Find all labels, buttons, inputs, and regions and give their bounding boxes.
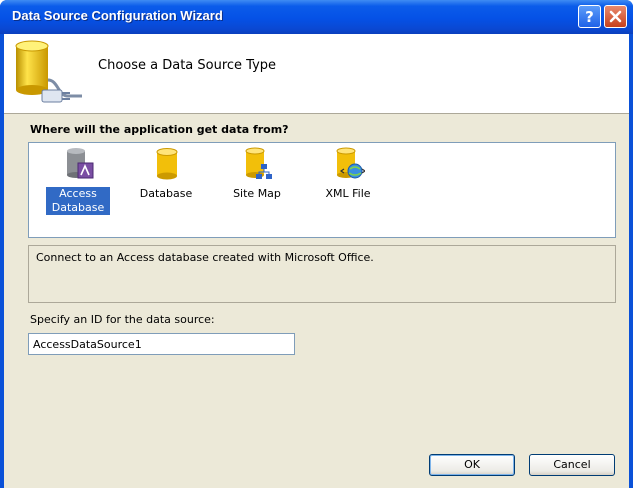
cancel-button[interactable]: Cancel xyxy=(529,454,615,476)
source-type-label: Site Map xyxy=(233,187,281,200)
database-plug-icon xyxy=(15,40,82,103)
help-button[interactable]: ? xyxy=(578,5,601,28)
description-text: Connect to an Access database created wi… xyxy=(36,251,374,264)
site-map-icon xyxy=(245,147,272,179)
xml-file-icon xyxy=(336,147,365,179)
source-type-site-map[interactable]: Site Map xyxy=(222,147,292,227)
page-title: Choose a Data Source Type xyxy=(98,58,277,73)
source-type-database[interactable]: Database xyxy=(131,147,201,227)
ok-button[interactable]: OK xyxy=(429,454,515,476)
data-source-id-label: Specify an ID for the data source: xyxy=(30,313,215,326)
window-title: Data Source Configuration Wizard xyxy=(12,8,223,23)
description-panel: Connect to an Access database created wi… xyxy=(28,245,616,303)
data-source-prompt: Where will the application get data from… xyxy=(30,123,289,136)
question-mark-icon: ? xyxy=(585,8,594,26)
source-type-label: Database xyxy=(139,187,193,200)
source-type-label: Access Database xyxy=(43,187,113,215)
source-type-label: XML File xyxy=(325,187,371,200)
title-bar[interactable]: Data Source Configuration Wizard ? xyxy=(0,0,633,34)
close-icon xyxy=(609,10,622,23)
wizard-header: Choose a Data Source Type xyxy=(4,34,629,114)
data-source-type-list[interactable]: Access Database Database Site Map XML Fi… xyxy=(28,142,616,238)
source-type-xml-file[interactable]: XML File xyxy=(313,147,383,227)
source-type-access-database[interactable]: Access Database xyxy=(43,147,113,227)
access-database-icon xyxy=(67,148,94,179)
svg-text:?: ? xyxy=(585,8,594,26)
database-icon xyxy=(156,148,178,180)
close-button[interactable] xyxy=(604,5,627,28)
data-source-id-input[interactable] xyxy=(28,333,295,355)
dialog-body: Choose a Data Source Type Where will the… xyxy=(4,34,629,488)
wizard-window: Data Source Configuration Wizard ? Choos… xyxy=(0,0,633,488)
